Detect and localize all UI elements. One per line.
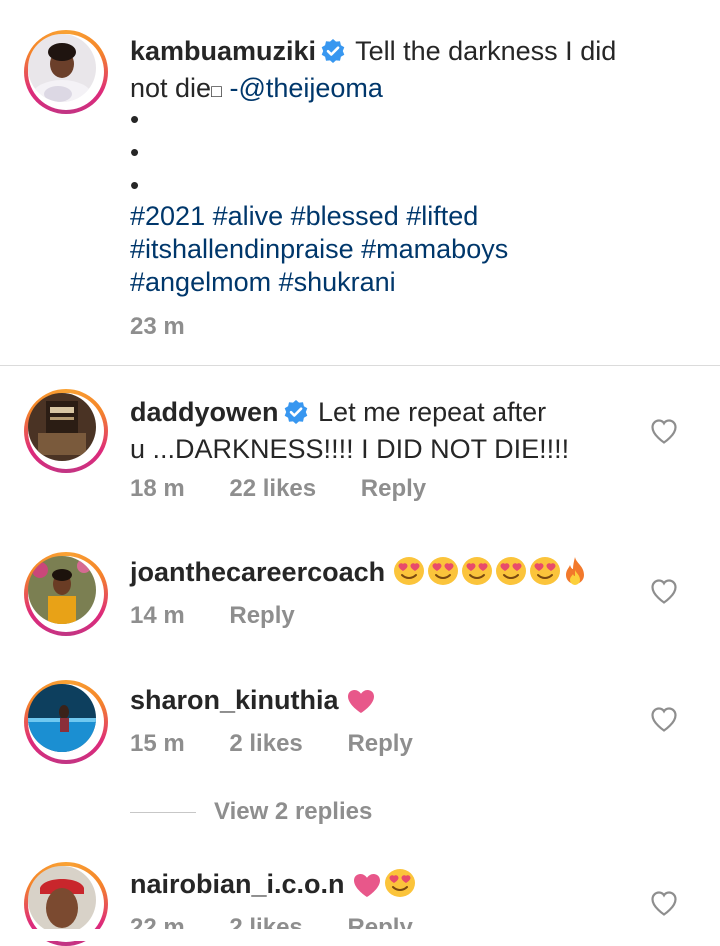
bullet-1: • xyxy=(130,104,140,134)
reply-button[interactable]: Reply xyxy=(347,730,412,757)
comment-daddyowen: daddyowen Let me repeat after u ...DARKN… xyxy=(130,396,610,466)
profile-photo xyxy=(28,556,96,624)
like-heart-icon[interactable] xyxy=(650,890,678,916)
mention-link[interactable]: -@theijeoma xyxy=(222,73,382,103)
profile-photo xyxy=(28,34,96,102)
comment-time: 15 m xyxy=(130,730,185,757)
like-heart-icon[interactable] xyxy=(650,578,678,604)
comment-meta: 18 m 22 likes Reply xyxy=(130,475,464,503)
comment-username[interactable]: sharon_kinuthia xyxy=(130,685,339,715)
hashtags-line-1[interactable]: #2021 #alive #blessed #lifted xyxy=(130,200,640,233)
likes-count[interactable]: 2 likes xyxy=(229,730,302,757)
comment-time: 14 m xyxy=(130,602,185,629)
missing-glyph: □ xyxy=(211,81,222,101)
comment-username[interactable]: nairobian_i.c.o.n xyxy=(130,869,345,899)
view-replies-button[interactable]: View 2 replies xyxy=(130,798,372,826)
replies-divider-line xyxy=(130,812,196,814)
heart-eyes-emoji-icon xyxy=(427,557,458,585)
reply-button[interactable]: Reply xyxy=(229,602,294,629)
comment-sharon-kinuthia: sharon_kinuthia xyxy=(130,684,640,717)
heart-eyes-emoji-icon xyxy=(393,557,424,585)
pink-heart-emoji-icon xyxy=(354,874,381,897)
profile-photo xyxy=(28,866,96,934)
avatar-kambuamuziki[interactable] xyxy=(24,30,108,114)
hashtags-line-3[interactable]: #angelmom #shukrani xyxy=(130,266,640,299)
heart-eyes-emoji-icon xyxy=(495,557,526,585)
heart-eyes-emoji-icon xyxy=(461,557,492,585)
profile-photo xyxy=(28,684,96,752)
bottom-edge xyxy=(0,929,720,941)
like-heart-icon[interactable] xyxy=(650,418,678,444)
avatar-daddyowen[interactable] xyxy=(24,389,108,473)
comment-username[interactable]: joanthecareercoach xyxy=(130,557,385,587)
profile-photo xyxy=(28,393,96,461)
comment-username[interactable]: daddyowen xyxy=(130,397,279,427)
comment-text-line-1: Let me repeat after xyxy=(318,397,547,427)
fire-emoji-icon xyxy=(565,557,584,585)
verified-badge-icon xyxy=(320,38,346,72)
heart-eyes-emoji-icon xyxy=(529,557,560,585)
avatar-joanthecareercoach[interactable] xyxy=(24,552,108,636)
comment-joanthecareercoach: joanthecareercoach xyxy=(130,556,640,589)
caption-divider xyxy=(0,365,720,366)
post-meta: 23 m xyxy=(130,313,223,341)
post-time: 23 m xyxy=(130,313,185,340)
comment-time: 18 m xyxy=(130,475,185,502)
like-heart-icon[interactable] xyxy=(650,706,678,732)
view-replies-label: View 2 replies xyxy=(214,798,373,825)
post-caption: kambuamuziki Tell the darkness I did not… xyxy=(130,35,640,108)
verified-badge-icon xyxy=(283,399,309,433)
heart-eyes-emoji-icon xyxy=(385,869,416,897)
pink-heart-emoji-icon xyxy=(348,690,375,713)
hashtags-line-2[interactable]: #itshallendinpraise #mamaboys xyxy=(130,233,640,266)
bullet-2: • xyxy=(130,137,140,167)
bullet-3: • xyxy=(130,170,140,200)
avatar-sharon-kinuthia[interactable] xyxy=(24,680,108,764)
post-username[interactable]: kambuamuziki xyxy=(130,36,316,66)
heart-eyes-emojis xyxy=(393,557,589,587)
comment-nairobian-icon: nairobian_i.c.o.n xyxy=(130,868,640,901)
comment-meta: 14 m Reply xyxy=(130,602,333,630)
likes-count[interactable]: 22 likes xyxy=(229,475,316,502)
comment-meta: 15 m 2 likes Reply xyxy=(130,730,451,758)
reply-button[interactable]: Reply xyxy=(361,475,426,502)
post-hashtags: #2021 #alive #blessed #lifted #itshallen… xyxy=(130,200,640,299)
comment-text-line-2: u ...DARKNESS!!!! I DID NOT DIE!!!! xyxy=(130,434,570,464)
